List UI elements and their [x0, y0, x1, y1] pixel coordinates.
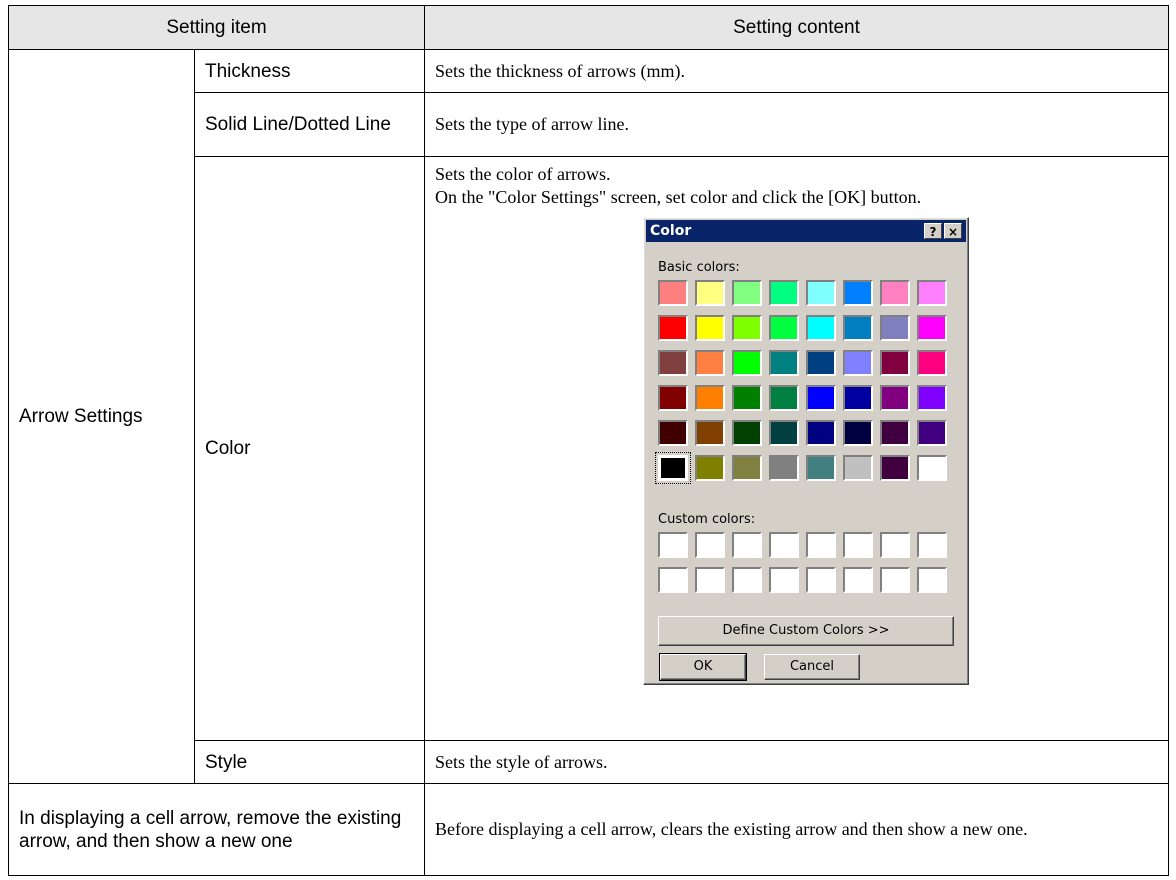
basic-colors-grid — [655, 280, 948, 484]
group-label-arrow-settings: Arrow Settings — [8, 49, 195, 784]
basic-color-swatch[interactable] — [880, 420, 911, 446]
basic-color-swatch[interactable] — [843, 315, 874, 341]
basic-color-swatch[interactable] — [695, 385, 726, 411]
item-thickness: Thickness — [193, 49, 426, 93]
custom-color-swatch[interactable] — [769, 567, 800, 593]
custom-colors-label: Custom colors: — [658, 512, 756, 527]
item-style: Style — [193, 740, 426, 784]
basic-color-swatch[interactable] — [658, 315, 689, 341]
ok-button[interactable]: OK — [659, 653, 748, 681]
basic-color-swatch[interactable] — [806, 350, 837, 376]
basic-color-swatch[interactable] — [658, 350, 689, 376]
custom-color-swatch[interactable] — [658, 532, 689, 558]
basic-color-swatch[interactable] — [658, 385, 689, 411]
basic-color-swatch[interactable] — [843, 420, 874, 446]
content-color: Sets the color of arrows. On the "Color … — [424, 156, 1170, 741]
header-setting-item: Setting item — [7, 5, 426, 50]
content-style: Sets the style of arrows. — [424, 740, 1170, 784]
define-custom-colors-button[interactable]: Define Custom Colors >> — [658, 616, 955, 646]
dialog-title: Color — [650, 223, 692, 239]
basic-color-swatch[interactable] — [880, 455, 911, 481]
cancel-button[interactable]: Cancel — [764, 654, 861, 680]
item-remove-existing-arrow: In displaying a cell arrow, remove the e… — [7, 783, 426, 876]
basic-color-swatch[interactable] — [732, 315, 763, 341]
basic-color-swatch[interactable] — [732, 280, 763, 306]
basic-color-swatch[interactable] — [880, 350, 911, 376]
custom-color-swatch[interactable] — [843, 532, 874, 558]
color-dialog: Color ? × Basic colors: Custom colors: D… — [643, 217, 970, 685]
custom-color-swatch[interactable] — [880, 532, 911, 558]
basic-color-swatch[interactable] — [695, 280, 726, 306]
dialog-title-bar: Color ? × — [646, 220, 967, 242]
custom-color-swatch[interactable] — [695, 567, 726, 593]
content-line-type: Sets the type of arrow line. — [424, 92, 1170, 157]
custom-color-swatch[interactable] — [658, 567, 689, 593]
basic-color-swatch[interactable] — [732, 455, 763, 481]
basic-color-swatch[interactable] — [769, 315, 800, 341]
basic-color-swatch[interactable] — [769, 455, 800, 481]
custom-color-swatch[interactable] — [695, 532, 726, 558]
basic-color-swatch[interactable] — [695, 315, 726, 341]
custom-color-swatch[interactable] — [806, 532, 837, 558]
custom-colors-grid — [658, 532, 948, 593]
help-icon[interactable]: ? — [924, 223, 943, 239]
basic-color-swatch[interactable] — [880, 385, 911, 411]
basic-color-swatch[interactable] — [843, 350, 874, 376]
basic-color-swatch[interactable] — [658, 420, 689, 446]
basic-color-swatch[interactable] — [695, 455, 726, 481]
color-desc-line2: On the "Color Settings" screen, set colo… — [435, 187, 922, 207]
basic-color-swatch[interactable] — [655, 452, 692, 484]
basic-color-swatch[interactable] — [843, 280, 874, 306]
table-row: Arrow Settings Thickness Sets the thickn… — [8, 49, 1170, 784]
basic-color-swatch[interactable] — [917, 350, 948, 376]
basic-color-swatch[interactable] — [917, 280, 948, 306]
basic-color-swatch[interactable] — [769, 350, 800, 376]
basic-color-swatch[interactable] — [917, 385, 948, 411]
basic-color-swatch[interactable] — [917, 420, 948, 446]
basic-color-swatch[interactable] — [806, 280, 837, 306]
basic-color-swatch[interactable] — [658, 280, 689, 306]
custom-color-swatch[interactable] — [843, 567, 874, 593]
basic-color-swatch[interactable] — [880, 315, 911, 341]
basic-color-swatch[interactable] — [806, 385, 837, 411]
custom-color-swatch[interactable] — [917, 567, 948, 593]
custom-color-swatch[interactable] — [806, 567, 837, 593]
basic-color-swatch[interactable] — [843, 455, 874, 481]
basic-color-swatch[interactable] — [695, 420, 726, 446]
basic-color-swatch[interactable] — [769, 280, 800, 306]
custom-color-swatch[interactable] — [880, 567, 911, 593]
custom-color-swatch[interactable] — [769, 532, 800, 558]
basic-color-swatch[interactable] — [843, 385, 874, 411]
header-setting-content: Setting content — [424, 5, 1170, 50]
custom-color-swatch[interactable] — [732, 532, 763, 558]
content-thickness: Sets the thickness of arrows (mm). — [424, 49, 1170, 93]
basic-color-swatch[interactable] — [917, 315, 948, 341]
item-color: Color — [193, 156, 426, 741]
basic-color-swatch[interactable] — [732, 350, 763, 376]
basic-colors-label: Basic colors: — [658, 260, 740, 275]
basic-color-swatch[interactable] — [769, 420, 800, 446]
basic-color-swatch[interactable] — [880, 280, 911, 306]
custom-color-swatch[interactable] — [917, 532, 948, 558]
table-header-row: Setting item Setting content — [7, 5, 1170, 50]
close-icon[interactable]: × — [944, 223, 963, 239]
basic-color-swatch[interactable] — [806, 420, 837, 446]
item-line-type: Solid Line/Dotted Line — [193, 92, 426, 157]
color-desc-line1: Sets the color of arrows. — [435, 164, 611, 184]
basic-color-swatch[interactable] — [769, 385, 800, 411]
basic-color-swatch[interactable] — [732, 420, 763, 446]
custom-color-swatch[interactable] — [732, 567, 763, 593]
basic-color-swatch[interactable] — [806, 315, 837, 341]
settings-table: Setting item Setting content Arrow Setti… — [7, 5, 1170, 876]
table-row: In displaying a cell arrow, remove the e… — [7, 783, 1170, 876]
basic-color-swatch[interactable] — [917, 455, 948, 481]
basic-color-swatch[interactable] — [806, 455, 837, 481]
basic-color-swatch[interactable] — [695, 350, 726, 376]
basic-color-swatch[interactable] — [732, 385, 763, 411]
content-remove-existing-arrow: Before displaying a cell arrow, clears t… — [424, 783, 1170, 876]
